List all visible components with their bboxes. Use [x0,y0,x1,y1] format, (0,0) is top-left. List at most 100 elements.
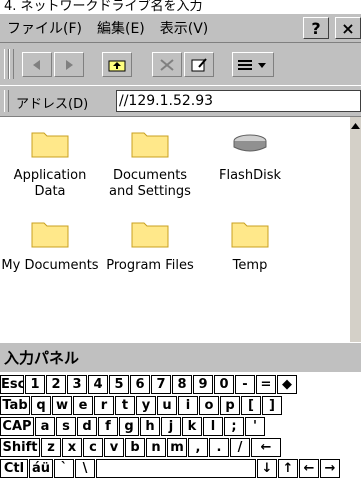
key-5[interactable]: 5 [109,375,129,394]
key-backspace[interactable]: ◆ [277,375,297,394]
key-left[interactable]: ← [299,459,319,478]
key-m[interactable]: m [167,438,187,457]
file-item-program-files[interactable]: Program Files [100,217,200,274]
key-2[interactable]: 2 [46,375,66,394]
key-6[interactable]: 6 [130,375,150,394]
key-7[interactable]: 7 [151,375,171,394]
delete-x-icon [160,58,174,71]
key-v[interactable]: v [104,438,124,457]
file-label: Program Files [106,258,194,273]
key-f[interactable]: f [98,417,118,436]
key-equals[interactable]: = [256,375,276,394]
key-g[interactable]: g [119,417,139,436]
address-label: アドレス(D) [16,97,89,112]
key-left-bracket[interactable]: [ [241,396,261,415]
key-period[interactable]: . [209,438,229,457]
key-h[interactable]: h [140,417,160,436]
toolbar-grip-2[interactable] [9,49,14,79]
key-4[interactable]: 4 [88,375,108,394]
input-panel-title: 入力パネル [0,342,361,372]
key-shift[interactable]: Shift [0,438,40,457]
key-ctrl[interactable]: Ctl [0,459,28,478]
file-item-application-data[interactable]: Application Data [0,127,100,200]
key-esc[interactable]: Esc [0,375,24,394]
key-kana[interactable]: áü [29,459,53,478]
key-x[interactable]: x [62,438,82,457]
key-0[interactable]: 0 [214,375,234,394]
delete-button[interactable] [152,52,182,77]
key-comma[interactable]: , [188,438,208,457]
key-row-5: Ctl áü ` \ ↓ ↑ ← → [0,459,341,479]
menu-view[interactable]: 表示(V) [160,18,209,38]
vertical-scrollbar[interactable] [350,117,361,353]
key-right[interactable]: → [320,459,340,478]
file-item-temp[interactable]: Temp [200,217,300,274]
folder-icon [31,132,69,158]
key-z[interactable]: z [41,438,61,457]
key-o[interactable]: o [199,396,219,415]
key-9[interactable]: 9 [193,375,213,394]
file-item-flashdisk[interactable]: FlashDisk [200,127,300,184]
key-space[interactable] [96,459,256,478]
key-3[interactable]: 3 [67,375,87,394]
soft-keyboard: Esc 1 2 3 4 5 6 7 8 9 0 - = ◆ Tab q w e … [0,373,361,486]
key-e[interactable]: e [73,396,93,415]
key-enter[interactable]: ← [251,438,281,457]
address-input[interactable]: //129.1.52.93 [116,90,361,112]
file-label: Temp [232,258,268,273]
key-tab[interactable]: Tab [0,396,30,415]
key-u[interactable]: u [157,396,177,415]
key-row-1: Esc 1 2 3 4 5 6 7 8 9 0 - = ◆ [0,375,298,395]
key-p[interactable]: p [220,396,240,415]
key-caps[interactable]: CAP [0,417,34,436]
key-backtick[interactable]: ` [54,459,74,478]
file-label: FlashDisk [219,168,281,183]
folder-icon [131,222,169,248]
up-folder-button[interactable] [102,52,132,77]
back-button[interactable] [22,52,52,77]
scroll-up-icon[interactable] [350,120,361,132]
close-button[interactable]: × [335,17,361,39]
key-y[interactable]: y [136,396,156,415]
key-i[interactable]: i [178,396,198,415]
key-b[interactable]: b [125,438,145,457]
view-list-icon [238,59,266,70]
file-item-my-documents[interactable]: My Documents [0,217,100,274]
key-j[interactable]: j [161,417,181,436]
properties-button[interactable] [184,52,214,77]
key-backslash[interactable]: \ [75,459,95,478]
key-d[interactable]: d [77,417,97,436]
key-down[interactable]: ↓ [257,459,277,478]
forward-button[interactable] [54,52,84,77]
key-k[interactable]: k [182,417,202,436]
key-right-bracket[interactable]: ] [262,396,282,415]
key-1[interactable]: 1 [25,375,45,394]
up-folder-icon [108,60,126,71]
address-bar: アドレス(D) //129.1.52.93 [0,86,361,117]
key-up[interactable]: ↑ [278,459,298,478]
properties-icon [191,57,207,71]
key-quote[interactable]: ' [245,417,265,436]
key-s[interactable]: s [56,417,76,436]
key-minus[interactable]: - [235,375,255,394]
menu-edit[interactable]: 編集(E) [97,18,145,38]
key-t[interactable]: t [115,396,135,415]
view-menu-button[interactable] [232,52,274,77]
menu-file[interactable]: ファイル(F) [7,18,82,38]
key-8[interactable]: 8 [172,375,192,394]
address-grip[interactable] [4,90,9,112]
key-row-4: Shift z x c v b n m , . / ← [0,438,282,458]
file-item-documents-and-settings[interactable]: Documents and Settings [100,127,200,200]
key-q[interactable]: q [31,396,51,415]
key-n[interactable]: n [146,438,166,457]
key-r[interactable]: r [94,396,114,415]
folder-icon [31,222,69,248]
help-button[interactable]: ? [303,17,329,39]
key-semicolon[interactable]: ; [224,417,244,436]
key-w[interactable]: w [52,396,72,415]
key-c[interactable]: c [83,438,103,457]
key-a[interactable]: a [35,417,55,436]
key-slash[interactable]: / [230,438,250,457]
key-l[interactable]: l [203,417,223,436]
key-row-2: Tab q w e r t y u i o p [ ] [0,396,283,416]
